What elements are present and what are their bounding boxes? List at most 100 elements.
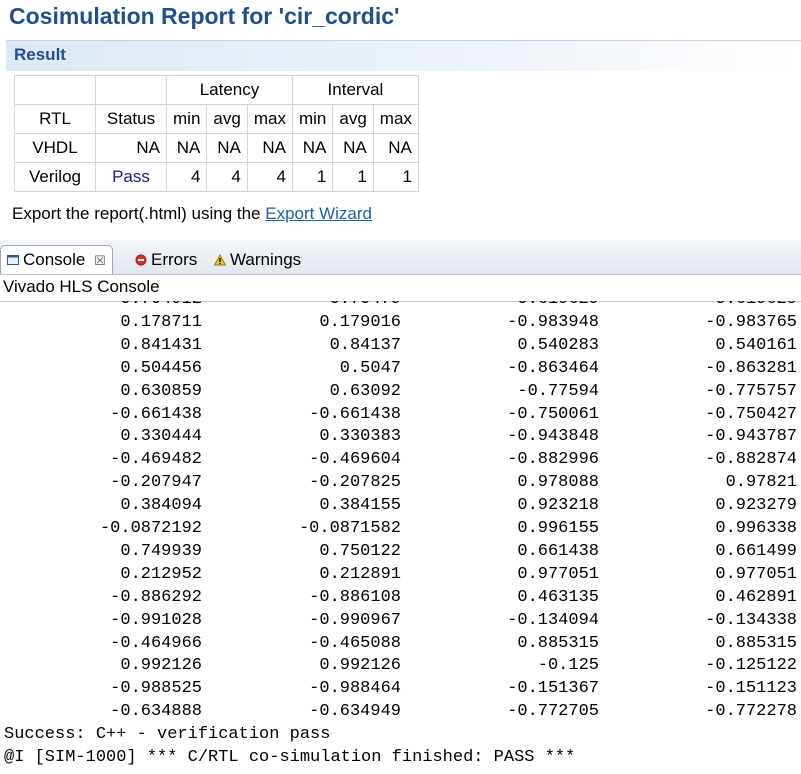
column-header: max	[372, 104, 419, 134]
console-value: 0.84137	[329, 335, 401, 355]
console-value: -0.464966	[110, 633, 202, 653]
console-title: Vivado HLS Console	[0, 275, 801, 302]
console-row: -0.661438 -0.661438 -0.750061 -0.750427	[0, 405, 801, 428]
column-header: avg	[332, 104, 374, 134]
console-row: -0.991028 -0.990967 -0.134094 -0.134338	[0, 611, 801, 634]
export-text: Export the report(.html) using the	[12, 204, 261, 223]
column-header: min	[291, 104, 334, 134]
console-value: 0.923279	[715, 496, 797, 516]
column-header: Status	[95, 104, 167, 134]
console-value: -0.207947	[110, 473, 202, 493]
console-value: 0.462891	[715, 587, 797, 607]
console-value: 0.330444	[120, 427, 202, 447]
console-row: -0.469482 -0.469604 -0.882996 -0.882874	[0, 450, 801, 473]
console-value: 0.540283	[517, 335, 599, 355]
close-icon[interactable]: ☒	[94, 253, 106, 268]
console-value: -0.469482	[110, 450, 202, 470]
console-value: 0.996155	[517, 519, 599, 538]
result-section-title: Result	[14, 45, 66, 64]
console-value: -0.863281	[705, 358, 797, 378]
console-value: 0.704912	[120, 301, 202, 309]
tab-warnings[interactable]: Warnings	[214, 246, 301, 274]
tab-console[interactable]: Console ☒	[0, 245, 113, 274]
column-header: max	[246, 104, 293, 134]
console-value: -0.125	[537, 656, 599, 676]
tab-errors-label: Errors	[151, 250, 198, 269]
console-value: 0.5047	[339, 358, 401, 378]
console-value: -0.619629	[507, 301, 599, 309]
console-row: 0.749939 0.750122 0.661438 0.661499	[0, 542, 801, 565]
console-value: 0.992126	[120, 656, 202, 676]
console-row: 0.704912 0.70479 -0.619629 -0.619629	[0, 301, 801, 313]
console-value: -0.886108	[309, 587, 401, 607]
result-section-header: Result	[6, 40, 801, 71]
console-value: -0.886292	[110, 587, 202, 607]
column-header: RTL	[14, 104, 96, 134]
console-value: -0.990967	[309, 610, 401, 630]
tab-warnings-label: Warnings	[230, 250, 302, 269]
console-row: 0.212952 0.212891 0.977051 0.977051	[0, 565, 801, 588]
console-row: 0.330444 0.330383 -0.943848 -0.943787	[0, 427, 801, 450]
console-value: -0.634949	[309, 702, 401, 722]
console-message: Success: C++ - verification pass	[4, 725, 331, 745]
export-wizard-link[interactable]: Export Wizard	[265, 204, 372, 223]
console-value: -0.125122	[705, 656, 797, 676]
console-value: 0.978088	[517, 473, 599, 493]
table-row: Verilog Pass 4 4 4 1 1 1	[14, 162, 419, 192]
console-value: -0.661438	[110, 404, 202, 424]
console-value: -0.943787	[705, 427, 797, 447]
console-row: -0.0872192 -0.0871582 0.996155 0.996338	[0, 519, 801, 542]
header-latency: Latency	[166, 75, 293, 105]
status-pass: Pass	[95, 162, 167, 192]
console-value: -0.863464	[507, 358, 599, 378]
console-value: -0.775757	[705, 381, 797, 401]
console-value: -0.772278	[705, 702, 797, 722]
report-title: Cosimulation Report for 'cir_cordic'	[9, 3, 400, 29]
console-value: 0.750122	[319, 541, 401, 561]
console-value: 0.885315	[517, 633, 599, 653]
console-value: -0.661438	[309, 404, 401, 424]
header-interval: Interval	[291, 75, 419, 105]
console-value: 0.992126	[319, 656, 401, 676]
console-value: -0.0872192	[99, 519, 202, 538]
console-value: 0.330383	[319, 427, 401, 447]
console-value: -0.983948	[507, 312, 599, 332]
console-value: 0.841431	[120, 335, 202, 355]
console-value: 0.923218	[517, 496, 599, 516]
console-value: -0.0871582	[298, 519, 401, 538]
console-row: 0.992126 0.992126 -0.125 -0.125122	[0, 656, 801, 679]
console-value: 0.749939	[120, 541, 202, 561]
console-value: -0.882996	[507, 450, 599, 470]
console-row: 0.630859 0.63092 -0.77594 -0.775757	[0, 382, 801, 405]
console-output[interactable]: 0.704912 0.70479 -0.619629 -0.619629 0.17871…	[0, 301, 801, 774]
console-value: -0.207825	[309, 473, 401, 493]
console-value: 0.977051	[715, 564, 797, 584]
console-row: 0.504456 0.5047 -0.863464 -0.863281	[0, 359, 801, 382]
console-value: -0.750427	[705, 404, 797, 424]
console-row: -0.988525 -0.988464 -0.151367 -0.151123	[0, 679, 801, 702]
console-value: -0.465088	[309, 633, 401, 653]
console-row: 0.841431 0.84137 0.540283 0.540161	[0, 336, 801, 359]
console-value: 0.977051	[517, 564, 599, 584]
console-value: -0.77594	[517, 381, 599, 401]
console-row: -0.207947 -0.207825 0.978088 0.97821	[0, 473, 801, 496]
table-row: VHDL NA NA NA NA NA NA NA	[14, 133, 419, 163]
table-header-columns: RTL Status min avg max min avg max	[14, 104, 419, 134]
export-line: Export the report(.html) using the Expor…	[12, 204, 372, 224]
console-value: -0.772705	[507, 702, 599, 722]
result-table: Latency Interval RTL Status min avg max …	[14, 75, 419, 192]
column-header: min	[165, 104, 208, 134]
console-value: -0.151367	[507, 679, 599, 699]
tab-errors[interactable]: Errors	[135, 246, 197, 274]
console-value: 0.70479	[330, 301, 401, 309]
console-row: -0.634888 -0.634949 -0.772705 -0.772278	[0, 702, 801, 725]
console-value: -0.134338	[705, 610, 797, 630]
console-value: 0.463135	[517, 587, 599, 607]
console-value: 0.384155	[319, 496, 401, 516]
console-tab-bar: Console ☒ Errors Warnings	[0, 240, 801, 275]
console-value: 0.661438	[517, 541, 599, 561]
console-value: 0.212891	[319, 564, 401, 584]
console-value: -0.882874	[705, 450, 797, 470]
console-value: 0.63092	[329, 381, 401, 401]
console-row: 0.384094 0.384155 0.923218 0.923279	[0, 496, 801, 519]
